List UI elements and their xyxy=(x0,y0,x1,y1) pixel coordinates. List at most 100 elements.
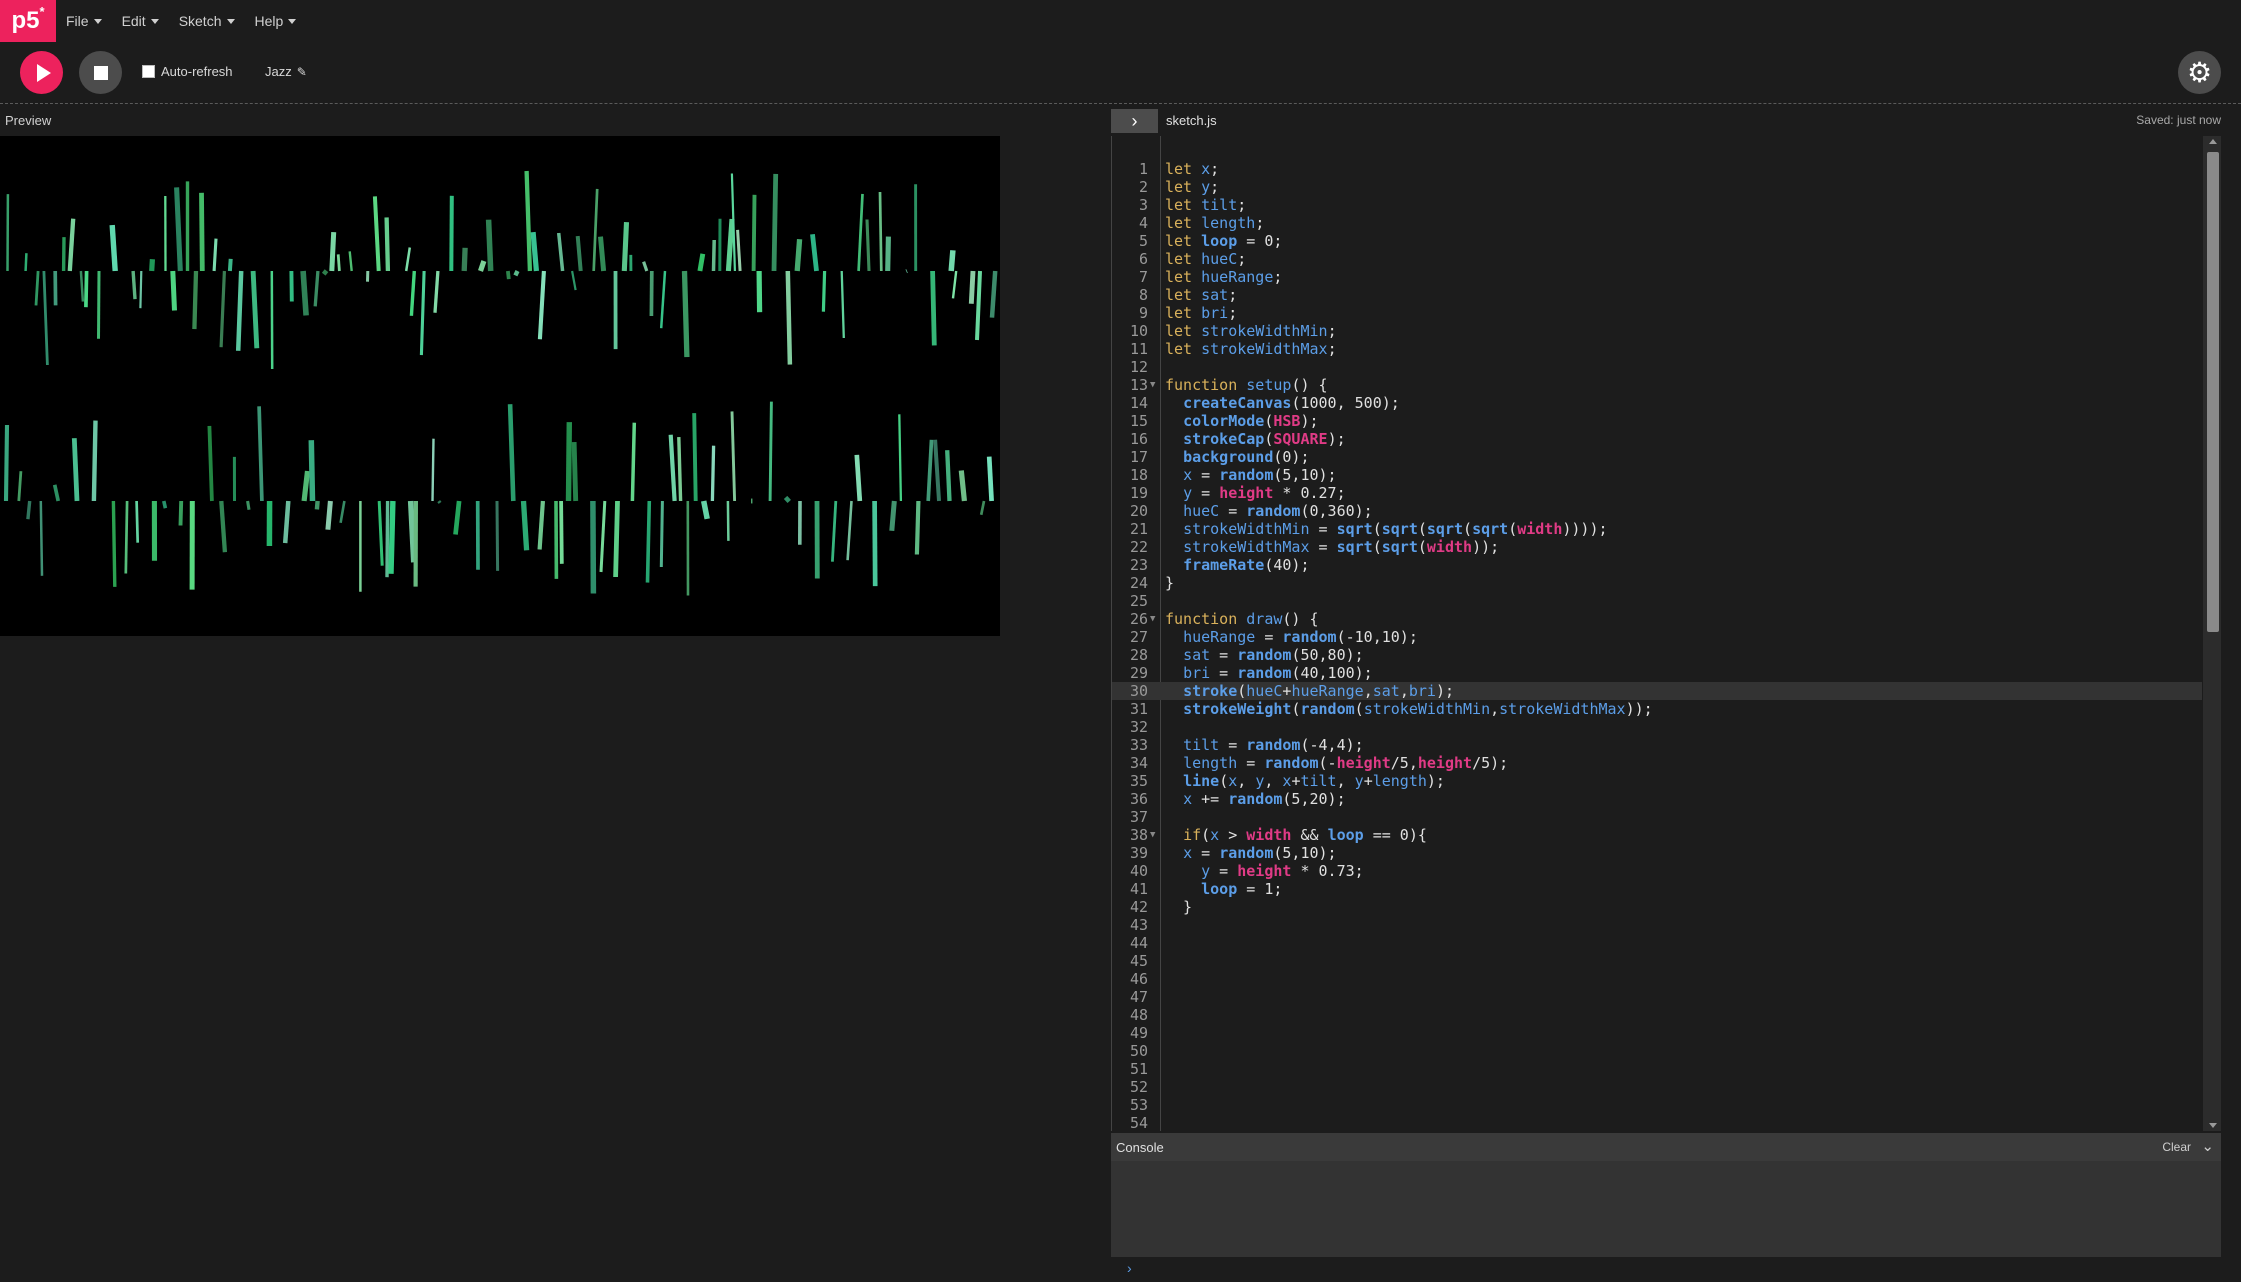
code-line[interactable]: 8 let sat; xyxy=(1112,286,2202,304)
line-number: 25 xyxy=(1129,592,1148,610)
p5-logo[interactable]: p5* xyxy=(0,0,56,42)
file-name[interactable]: sketch.js xyxy=(1166,113,1217,128)
editor-scrollbar[interactable] xyxy=(2203,136,2221,1131)
grass-stroke xyxy=(537,500,545,550)
sketch-name[interactable]: Jazz ✎ xyxy=(265,64,307,79)
code-line[interactable]: 43 xyxy=(1112,916,2202,934)
code-line[interactable]: 21 strokeWidthMin = sqrt(sqrt(sqrt(sqrt(… xyxy=(1112,520,2202,538)
collapse-sidebar-button[interactable]: › xyxy=(1111,109,1158,133)
code-line[interactable]: 37 xyxy=(1112,808,2202,826)
code-line[interactable]: 26 ▼ function draw() { xyxy=(1112,610,2202,628)
code-line[interactable]: 29 bri = random(40,100); xyxy=(1112,664,2202,682)
code-line[interactable]: 31 strokeWeight(random(strokeWidthMin,st… xyxy=(1112,700,2202,718)
code-line[interactable]: 42 } xyxy=(1112,898,2202,916)
grass-stroke xyxy=(730,173,736,272)
code-line[interactable]: 35 line(x, y, x+tilt, y+length); xyxy=(1112,772,2202,790)
code-line[interactable]: 50 xyxy=(1112,1042,2202,1060)
code-line[interactable]: 38 ▼ if(x > width && loop == 0){ xyxy=(1112,826,2202,844)
code-line[interactable]: 7 let hueRange; xyxy=(1112,268,2202,286)
code-line[interactable]: 2 let y; xyxy=(1112,178,2202,196)
code-line[interactable]: 54 xyxy=(1112,1114,2202,1131)
grass-stroke xyxy=(192,270,199,330)
line-number: 33 xyxy=(1129,736,1148,754)
main-menu: File Edit Sketch Help xyxy=(66,0,316,42)
scroll-up-icon[interactable] xyxy=(2209,139,2217,144)
grass-stroke xyxy=(951,270,958,299)
scrollbar-thumb[interactable] xyxy=(2207,152,2219,632)
code-line[interactable]: 20 hueC = random(0,360); xyxy=(1112,502,2202,520)
grass-stroke xyxy=(692,413,698,502)
code-line[interactable]: 46 xyxy=(1112,970,2202,988)
code-line[interactable]: 53 xyxy=(1112,1096,2202,1114)
code-line[interactable]: 25 xyxy=(1112,592,2202,610)
code-line[interactable]: 48 xyxy=(1112,1006,2202,1024)
grass-stroke xyxy=(325,500,333,530)
line-number: 52 xyxy=(1129,1078,1148,1096)
grass-stroke xyxy=(642,261,649,272)
code-line[interactable]: 1 let x; xyxy=(1112,160,2202,178)
code-line[interactable]: 30 stroke(hueC+hueRange,sat,bri); xyxy=(1112,682,2202,700)
scroll-down-icon[interactable] xyxy=(2209,1123,2217,1128)
code-line[interactable]: 15 colorMode(HSB); xyxy=(1112,412,2202,430)
code-line[interactable]: 22 strokeWidthMax = sqrt(sqrt(width)); xyxy=(1112,538,2202,556)
code-line[interactable]: 34 length = random(-height/5,height/5); xyxy=(1112,754,2202,772)
code-line[interactable]: 17 background(0); xyxy=(1112,448,2202,466)
code-line[interactable]: 10 let strokeWidthMin; xyxy=(1112,322,2202,340)
code-line[interactable]: 36 x += random(5,20); xyxy=(1112,790,2202,808)
menu-help[interactable]: Help xyxy=(255,13,297,29)
code-line[interactable]: 9 let bri; xyxy=(1112,304,2202,322)
auto-refresh-toggle[interactable]: Auto-refresh xyxy=(142,64,233,79)
grass-stroke xyxy=(419,270,426,356)
pencil-icon[interactable]: ✎ xyxy=(297,65,307,79)
code-line[interactable]: 27 hueRange = random(-10,10); xyxy=(1112,628,2202,646)
fold-icon[interactable]: ▼ xyxy=(1150,376,1155,394)
code-line[interactable]: 11 let strokeWidthMax; xyxy=(1112,340,2202,358)
code-line[interactable]: 41 loop = 1; xyxy=(1112,880,2202,898)
code-line[interactable]: 3 let tilt; xyxy=(1112,196,2202,214)
menu-edit[interactable]: Edit xyxy=(122,13,159,29)
console-input[interactable]: › xyxy=(1111,1257,2221,1282)
line-text: x = random(5,10); xyxy=(1183,844,1337,862)
menu-file[interactable]: File xyxy=(66,13,102,29)
code-line[interactable]: 39 x = random(5,10); xyxy=(1112,844,2202,862)
code-area[interactable]: 1 let x; 2 let y; 3 let tilt; 4 let length; 5 let… xyxy=(1112,160,2202,1131)
line-text: sat = random(50,80); xyxy=(1183,646,1364,664)
code-line[interactable]: 40 y = height * 0.73; xyxy=(1112,862,2202,880)
code-line[interactable]: 28 sat = random(50,80); xyxy=(1112,646,2202,664)
code-line[interactable]: 45 xyxy=(1112,952,2202,970)
chevron-down-icon[interactable]: ⌄ xyxy=(2201,1137,2214,1155)
code-line[interactable]: 52 xyxy=(1112,1078,2202,1096)
console-clear-button[interactable]: Clear xyxy=(2162,1140,2191,1154)
code-line[interactable]: 32 xyxy=(1112,718,2202,736)
code-line[interactable]: 33 tilt = random(-4,4); xyxy=(1112,736,2202,754)
auto-refresh-checkbox[interactable] xyxy=(142,65,155,78)
grass-stroke xyxy=(384,217,391,272)
line-number: 51 xyxy=(1129,1060,1148,1078)
code-line[interactable]: 24} xyxy=(1112,574,2202,592)
sketch-canvas[interactable] xyxy=(0,136,1000,636)
code-line[interactable]: 44 xyxy=(1112,934,2202,952)
code-line[interactable]: 51 xyxy=(1112,1060,2202,1078)
code-line[interactable]: 19 y = height * 0.27; xyxy=(1112,484,2202,502)
code-editor[interactable]: 1 let x; 2 let y; 3 let tilt; 4 let length; 5 let… xyxy=(1111,136,2221,1131)
code-line[interactable]: 18 x = random(5,10); xyxy=(1112,466,2202,484)
chevron-down-icon xyxy=(288,18,297,24)
code-line[interactable]: 23 frameRate(40); xyxy=(1112,556,2202,574)
fold-icon[interactable]: ▼ xyxy=(1150,610,1155,628)
menu-sketch[interactable]: Sketch xyxy=(179,13,235,29)
code-line[interactable]: 47 xyxy=(1112,988,2202,1006)
code-line[interactable]: 5 let loop = 0; xyxy=(1112,232,2202,250)
settings-button[interactable]: ⚙ xyxy=(2178,51,2221,94)
grass-stroke xyxy=(530,231,539,272)
code-line[interactable]: 12 xyxy=(1112,358,2202,376)
code-line[interactable]: 13 ▼ function setup() { xyxy=(1112,376,2202,394)
stop-button[interactable] xyxy=(79,51,122,94)
play-button[interactable] xyxy=(20,51,63,94)
code-line[interactable]: 49 xyxy=(1112,1024,2202,1042)
code-line[interactable]: 14 createCanvas(1000, 500); xyxy=(1112,394,2202,412)
fold-icon[interactable]: ▼ xyxy=(1150,826,1155,844)
code-line[interactable]: 16 strokeCap(SQUARE); xyxy=(1112,430,2202,448)
grass-stroke xyxy=(865,219,871,272)
code-line[interactable]: 4 let length; xyxy=(1112,214,2202,232)
code-line[interactable]: 6 let hueC; xyxy=(1112,250,2202,268)
